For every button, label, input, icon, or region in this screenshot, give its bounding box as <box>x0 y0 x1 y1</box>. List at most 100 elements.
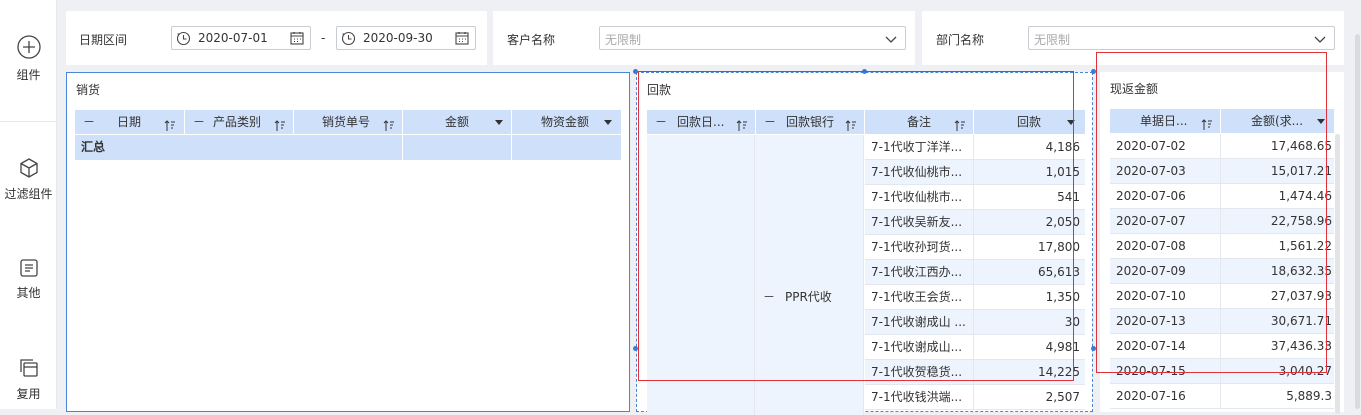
column-divider <box>973 285 974 310</box>
remark-cell: 7-1代收吴新友... <box>871 215 963 229</box>
col-header-payment-date[interactable]: － 回款日... <box>647 110 755 134</box>
payment-amount-cell: 2,050 <box>1045 215 1080 229</box>
col-header-amount[interactable]: 金额 <box>403 110 511 134</box>
collapse-icon[interactable]: － <box>83 110 95 134</box>
rebate-amount-cell: 30,671.71 <box>1270 314 1332 328</box>
col-header-label: 回款银行 <box>786 115 835 129</box>
copy-icon <box>0 357 57 379</box>
column-divider <box>973 335 974 360</box>
sidebar-item-other[interactable]: 其他 <box>0 258 57 301</box>
clock-icon <box>176 31 191 49</box>
column-divider <box>973 210 974 235</box>
start-date-value: 2020-07-01 <box>198 31 268 45</box>
calendar-icon[interactable] <box>290 31 304 48</box>
payment-table-panel[interactable]: 回款 － 回款日... － 回款银行 备注 回款 － PPR代收 7-1代收丁洋… <box>636 72 1093 415</box>
sidebar-item-filter-components[interactable]: 过滤组件 <box>0 157 57 202</box>
sidebar-item-label: 过滤组件 <box>4 187 53 201</box>
column-divider <box>1220 159 1221 184</box>
column-divider <box>1220 234 1221 259</box>
table-row: 7-1代收钱洪端... 2,507 <box>865 385 1085 410</box>
table-row: 7-1代收王会货... 1,350 <box>865 285 1085 310</box>
rebate-amount-cell: 22,758.96 <box>1270 214 1332 228</box>
sidebar-item-components[interactable]: 组件 <box>0 34 57 83</box>
end-date-value: 2020-09-30 <box>363 31 433 45</box>
col-header-material-amount[interactable]: 物资金额 <box>512 110 621 134</box>
col-header-date[interactable]: － 日期 <box>75 110 184 134</box>
column-divider <box>402 135 403 160</box>
column-divider <box>1220 184 1221 209</box>
document-date-cell: 2020-07-08 <box>1116 239 1186 253</box>
start-date-field[interactable]: 2020-07-01 <box>171 26 311 50</box>
payment-amount-cell: 4,981 <box>1045 340 1080 354</box>
table-row: 7-1代收吴新友... 2,050 <box>865 210 1085 235</box>
document-date-cell: 2020-07-02 <box>1116 139 1186 153</box>
sidebar-item-label: 其他 <box>16 286 41 300</box>
remark-cell: 7-1代收仙桃市... <box>871 190 963 204</box>
collapse-icon[interactable]: － <box>655 110 667 134</box>
col-header-payment-amount[interactable]: 回款 <box>974 110 1085 134</box>
dropdown-arrow-icon[interactable] <box>1317 119 1325 124</box>
vertical-scrollbar[interactable] <box>1335 134 1340 414</box>
column-divider <box>1220 334 1221 359</box>
collapse-icon[interactable]: － <box>763 288 775 305</box>
collapse-icon[interactable]: － <box>764 110 776 134</box>
customer-select-placeholder: 无限制 <box>605 33 642 47</box>
payment-amount-cell: 541 <box>1057 190 1080 204</box>
table-row: 7-1代收仙桃市... 541 <box>865 185 1085 210</box>
rebate-amount-cell: 1,561.22 <box>1278 239 1332 253</box>
column-divider <box>973 385 974 410</box>
page-scrollbar[interactable] <box>1355 34 1360 409</box>
payment-amount-cell: 17,800 <box>1038 240 1080 254</box>
col-header-rebate-amount[interactable]: 金额(求... <box>1221 109 1334 133</box>
resize-handle[interactable] <box>633 69 638 74</box>
department-select[interactable]: 无限制 <box>1028 26 1335 50</box>
col-header-sales-order-no[interactable]: 销货单号 <box>294 110 402 134</box>
dropdown-arrow-icon[interactable] <box>604 120 612 125</box>
remark-cell: 7-1代收谢成山 ... <box>871 315 966 329</box>
summary-row: 汇总 <box>75 135 621 160</box>
remark-cell: 7-1代收王会货... <box>871 290 963 304</box>
summary-label: 汇总 <box>81 140 106 154</box>
col-header-document-date[interactable]: 单据日... <box>1110 109 1220 133</box>
col-header-label: 回款日... <box>677 115 725 129</box>
sidebar-item-reuse[interactable]: 复用 <box>0 357 57 402</box>
resize-handle[interactable] <box>1091 69 1096 74</box>
date-separator: - <box>321 31 326 45</box>
table-row: 2020-07-15 3,040.27 <box>1110 359 1334 384</box>
table-row: 2020-07-02 17,468.65 <box>1110 134 1334 159</box>
rebate-amount-cell: 15,017.21 <box>1270 164 1332 178</box>
payment-table-header: － 回款日... － 回款银行 备注 回款 <box>647 110 1085 134</box>
department-select-placeholder: 无限制 <box>1034 33 1071 47</box>
column-divider <box>1220 259 1221 284</box>
document-date-cell: 2020-07-13 <box>1116 314 1186 328</box>
col-header-product-category[interactable]: － 产品类别 <box>185 110 293 134</box>
resize-handle[interactable] <box>1091 346 1096 351</box>
col-header-label: 销货单号 <box>322 115 371 129</box>
customer-select[interactable]: 无限制 <box>599 26 906 50</box>
remark-cell: 7-1代收江西办... <box>871 265 963 279</box>
rebate-table-panel[interactable]: 现返金额 单据日... 金额(求... 2020-07-02 17,468.65 2… <box>1100 72 1344 414</box>
dropdown-arrow-icon[interactable] <box>1067 120 1075 125</box>
col-header-payment-bank[interactable]: － 回款银行 <box>756 110 864 134</box>
document-date-cell: 2020-07-06 <box>1116 189 1186 203</box>
collapse-icon[interactable]: － <box>193 110 205 134</box>
payment-amount-cell: 14,225 <box>1038 365 1080 379</box>
bank-name: PPR代收 <box>785 290 832 304</box>
column-divider <box>973 160 974 185</box>
column-divider <box>1220 384 1221 409</box>
resize-handle[interactable] <box>633 346 638 351</box>
table-row: 7-1代收谢成山... 4,981 <box>865 335 1085 360</box>
col-header-label: 金额 <box>445 115 470 129</box>
document-date-cell: 2020-07-16 <box>1116 389 1186 403</box>
dropdown-arrow-icon[interactable] <box>495 120 503 125</box>
payment-amount-cell: 1,350 <box>1045 290 1080 304</box>
resize-handle[interactable] <box>862 69 867 74</box>
column-divider <box>511 135 512 160</box>
end-date-field[interactable]: 2020-09-30 <box>336 26 476 50</box>
table-row: 7-1代收贺稳货... 14,225 <box>865 360 1085 385</box>
sales-table-panel[interactable]: 销货 － 日期 － 产品类别 销货单号 金额 物资金额 汇总 <box>66 72 630 412</box>
table-row: 2020-07-03 15,017.21 <box>1110 159 1334 184</box>
col-header-label: 回款 <box>1017 115 1042 129</box>
calendar-icon[interactable] <box>455 31 469 48</box>
col-header-remark[interactable]: 备注 <box>865 110 973 134</box>
